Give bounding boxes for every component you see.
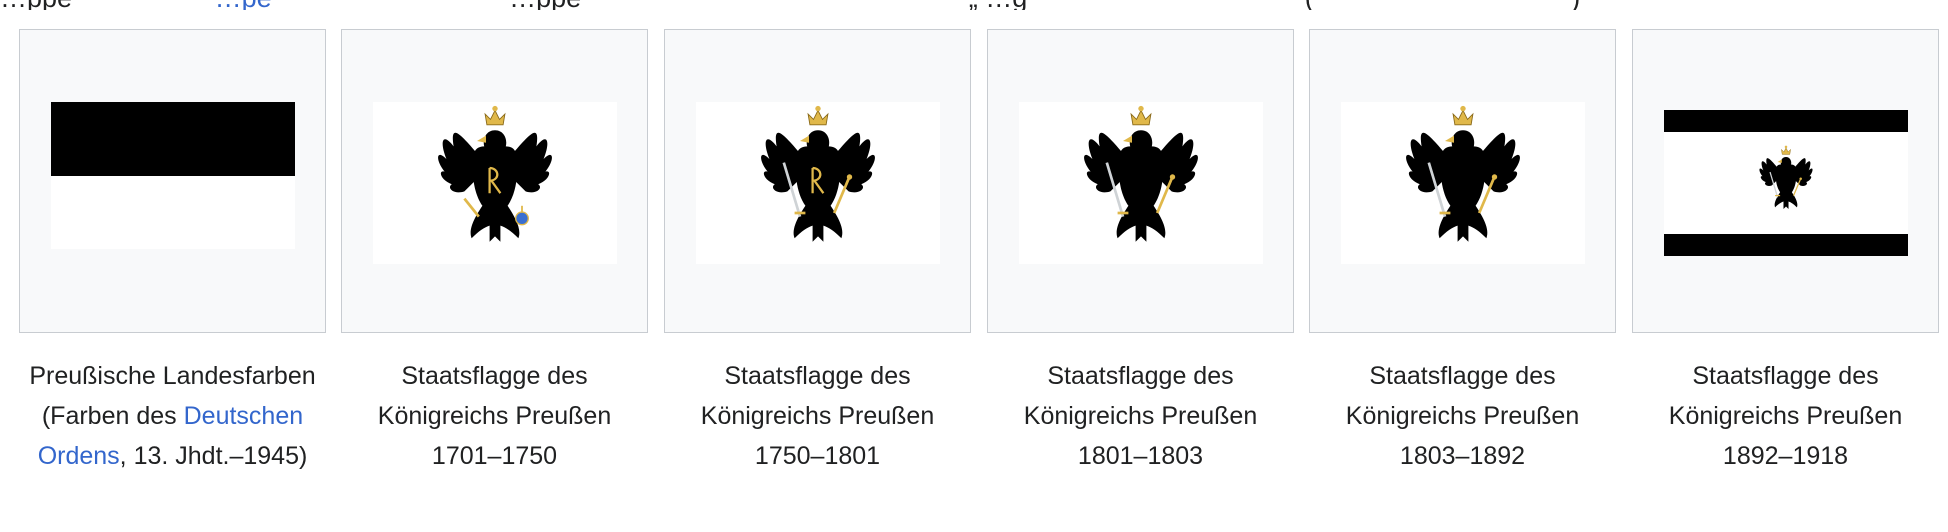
flag-image-link[interactable] bbox=[1341, 102, 1585, 264]
gallery-caption: Staatsflagge des Königreichs Preußen 170… bbox=[377, 362, 612, 470]
gallery-thumbnail-frame bbox=[987, 29, 1294, 333]
flag-gallery: Preußische Landesfarben (Farben des Deut… bbox=[0, 0, 1948, 532]
gallery-caption: Staatsflagge des Königreichs Preußen 180… bbox=[1345, 362, 1580, 470]
gallery-thumbnail-frame bbox=[1632, 29, 1939, 333]
gallery-thumbnail-frame bbox=[341, 29, 648, 333]
prussian-eagle-flag-icon bbox=[761, 105, 875, 242]
gallery-caption: Staatsflagge des Königreichs Preußen 175… bbox=[700, 362, 935, 470]
flag-image-link[interactable] bbox=[373, 102, 617, 264]
gallery-caption: Staatsflagge des Königreichs Preußen 180… bbox=[1023, 362, 1258, 470]
flag-image-link[interactable] bbox=[696, 102, 940, 264]
gallery-caption: Preußische Landesfarben (Farben des Deut… bbox=[19, 356, 326, 476]
prussian-black-white-bicolor-icon bbox=[51, 102, 295, 249]
flag-image-link[interactable] bbox=[1019, 102, 1263, 264]
gallery-thumbnail-frame bbox=[19, 29, 326, 333]
prussian-eagle-flag-icon bbox=[438, 105, 552, 242]
prussian-eagle-flag-icon bbox=[1084, 105, 1198, 242]
caption-text: , 13. Jhdt.–1945) bbox=[119, 442, 308, 470]
prussian-eagle-flag-icon bbox=[1406, 105, 1520, 242]
gallery-thumbnail-frame bbox=[1309, 29, 1616, 333]
gallery-thumbnail-frame bbox=[664, 29, 971, 333]
prussian-state-flag-stripes-icon bbox=[1664, 110, 1908, 256]
gallery-caption: Staatsflagge des Königreichs Preußen 189… bbox=[1668, 362, 1903, 470]
flag-image-link[interactable] bbox=[51, 102, 295, 264]
flag-image-link[interactable] bbox=[1664, 110, 1908, 256]
